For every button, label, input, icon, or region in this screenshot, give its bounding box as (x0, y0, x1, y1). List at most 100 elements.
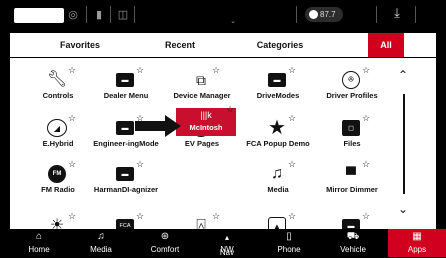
app-label: FCA Popup Demo (246, 139, 310, 148)
music-icon: ♫ (271, 165, 283, 182)
app-label: Media (267, 185, 289, 194)
fm-icon: FM (48, 165, 66, 183)
app-grid: 🔧︎ ☆ Controls ▬ ☆ Dealer Menu ⧉ ☆ Device… (10, 58, 436, 232)
car-icon: ▬ (116, 121, 134, 135)
wrench-icon: 🔧︎ (46, 71, 68, 88)
favorite-star-icon[interactable]: ☆ (288, 113, 296, 124)
scroll-up-icon[interactable]: ⌃ (396, 69, 410, 81)
tab-favorites[interactable]: Favorites (50, 33, 110, 57)
favorite-star-icon[interactable]: ☆ (362, 159, 370, 170)
music-icon: ♫ (97, 231, 105, 242)
status-bar: ◎ ▮ ◫ ⌄ 87.7 ⤓ (0, 0, 446, 30)
app-harmandiagnizer[interactable]: ▬ ☆ HarmanDI-agnizer (90, 159, 162, 212)
chevron-down-icon[interactable]: ⌄ (224, 14, 242, 30)
radio-station-text: 87.7 (320, 10, 336, 19)
favorite-star-icon[interactable]: ☆ (226, 104, 234, 115)
app-mirror-dimmer[interactable]: ▀ ☆ Mirror Dimmer (316, 159, 388, 212)
scroll-down-icon[interactable]: ⌄ (396, 203, 410, 215)
nav-label: Comfort (150, 245, 180, 254)
nav-phone[interactable]: ▯ Phone (258, 229, 320, 257)
fm-icon (309, 10, 318, 20)
favorite-star-icon[interactable]: ☆ (362, 65, 370, 76)
status-separator (86, 6, 87, 23)
favorite-star-icon[interactable]: ☆ (68, 159, 76, 170)
status-separator (110, 6, 111, 23)
nav-media[interactable]: ♫ Media (70, 229, 132, 257)
hybrid-icon: ◢ (47, 119, 67, 137)
car-icon: ▬ (116, 73, 134, 87)
star-icon: ★ (268, 117, 286, 139)
favorite-star-icon[interactable]: ☆ (288, 211, 296, 222)
app-label: Dealer Menu (103, 91, 149, 100)
status-separator (376, 6, 377, 23)
app-ehybrid[interactable]: ◢ ☆ E.Hybrid (22, 113, 94, 166)
app-label: DriveModes (256, 91, 300, 100)
app-files[interactable]: ◻ ☆ Files (316, 113, 388, 166)
nav-comfort[interactable]: ⊛ Comfort (134, 229, 196, 257)
favorite-star-icon[interactable]: ☆ (136, 159, 144, 170)
app-fca-popup-demo[interactable]: ★ ☆ FCA Popup Demo (242, 113, 314, 166)
favorite-star-icon[interactable]: ☆ (362, 211, 370, 222)
app-label: EV Pages (184, 139, 220, 148)
nav-label: Home (28, 245, 50, 254)
status-separator (415, 6, 416, 23)
favorite-star-icon[interactable]: ☆ (288, 159, 296, 170)
car-icon: ▬ (268, 73, 286, 87)
app-controls[interactable]: 🔧︎ ☆ Controls (22, 65, 94, 118)
favorite-star-icon[interactable]: ☆ (68, 65, 76, 76)
home-icon: ⌂ (35, 231, 43, 242)
app-driver-profiles[interactable]: ꔮ ☆ Driver Profiles (316, 65, 388, 118)
tab-bar: Favorites Recent Categories All (10, 33, 436, 57)
nav-label: Phone (277, 245, 301, 254)
camera-icon[interactable]: ◎ (64, 7, 82, 23)
comfort-icon: ⊛ (160, 231, 170, 242)
favorite-star-icon[interactable]: ☆ (362, 113, 370, 124)
app-drivemodes[interactable]: ▬ ☆ DriveModes (242, 65, 314, 118)
favorite-star-icon[interactable]: ☆ (68, 113, 76, 124)
nav-vehicle[interactable]: ⛟ Vehicle (322, 229, 384, 257)
app-label: Files (343, 139, 361, 148)
nav-home[interactable]: ⌂ Home (8, 229, 70, 257)
nav-apps[interactable]: ▦ Apps (388, 229, 446, 257)
bottom-nav: ⌂ Home ♫ Media ⊛ Comfort ▴ NW Nav ▯ Phone… (0, 229, 446, 257)
car-icon: ▬ (116, 167, 134, 181)
nav-nav[interactable]: ▴ NW Nav (196, 229, 258, 257)
app-label: HarmanDI-agnizer (93, 185, 159, 194)
tab-all[interactable]: All (368, 33, 404, 57)
app-label: Controls (42, 91, 74, 100)
media-icon[interactable]: ◫ (114, 7, 132, 23)
app-fm-radio[interactable]: FM ☆ FM Radio (22, 159, 94, 212)
nav-label: Vehicle (340, 245, 366, 254)
vehicle-icon: ⛟ (346, 231, 360, 242)
favorite-star-icon[interactable]: ☆ (212, 65, 220, 76)
profile-icon: ꔮ (342, 71, 360, 89)
phone-icon[interactable]: ▮ (90, 7, 108, 23)
favorite-star-icon[interactable]: ☆ (212, 211, 220, 222)
app-label: McIntosh (189, 123, 223, 132)
folder-icon: ◻ (342, 120, 360, 136)
favorite-star-icon[interactable]: ☆ (68, 211, 76, 222)
status-separator (296, 6, 297, 23)
download-icon[interactable]: ⤓ (390, 5, 404, 23)
tab-categories[interactable]: Categories (250, 33, 310, 57)
device-manager-icon: ⧉ (196, 72, 206, 88)
mirror-icon: ▀ (346, 166, 356, 182)
pointer-arrow-icon (135, 115, 181, 137)
app-media[interactable]: ♫ ☆ Media (242, 159, 314, 212)
nav-label: Media (90, 245, 112, 254)
radio-station-pill[interactable]: 87.7 (305, 7, 343, 22)
app-label: E.Hybrid (42, 139, 74, 148)
tab-recent[interactable]: Recent (150, 33, 210, 57)
app-label: Driver Profiles (326, 91, 378, 100)
status-pill[interactable] (14, 8, 64, 23)
status-separator (134, 6, 135, 23)
favorite-star-icon[interactable]: ☆ (136, 65, 144, 76)
app-label: Device Manager (173, 91, 231, 100)
favorite-star-icon[interactable]: ☆ (288, 65, 296, 76)
app-dealer-menu[interactable]: ▬ ☆ Dealer Menu (90, 65, 162, 118)
app-label: Engineer-ingMode (93, 139, 159, 148)
favorite-star-icon[interactable]: ☆ (136, 211, 144, 222)
app-label: Mirror Dimmer (326, 185, 378, 194)
scrollbar[interactable] (403, 94, 405, 194)
apps-icon: ▦ (412, 231, 422, 242)
